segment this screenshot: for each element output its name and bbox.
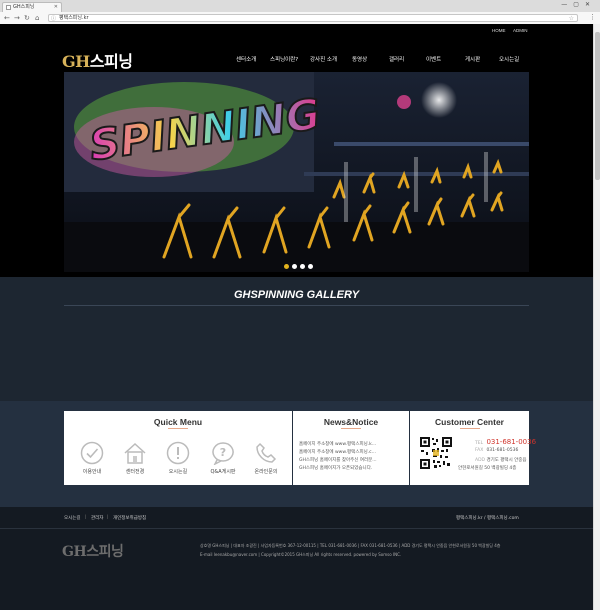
site-logo[interactable]: GH스피닝	[62, 48, 133, 72]
quick-label-qna: Q&A게시판	[210, 469, 236, 475]
url-text: 평택스피닝.kr	[59, 15, 89, 21]
scrollbar-thumb[interactable]	[595, 32, 600, 180]
info-band: Quick Menu 이용안내 센터전경 오시는길 ? Q&A게시판 온라인문의…	[0, 401, 593, 507]
news-underline	[341, 428, 361, 429]
page-icon	[6, 5, 11, 10]
customer-underline	[460, 428, 480, 429]
address-line-1: 경기도 평택시 안중읍	[486, 458, 527, 463]
forward-icon[interactable]: →	[14, 13, 20, 23]
news-title: News&Notice	[323, 417, 379, 427]
footer-logo-gh: GH	[62, 544, 87, 560]
home-icon[interactable]: ⌂	[35, 13, 39, 23]
qr-code-icon	[419, 436, 453, 470]
reload-icon[interactable]: ↻	[24, 13, 30, 23]
footer-logo: GH스피닝	[62, 541, 124, 561]
nav-instructors[interactable]: 강사진 소개	[310, 55, 337, 63]
window-controls[interactable]: —▢✕	[561, 1, 596, 8]
fax-row: FAX 031-681-0536	[475, 448, 518, 453]
customer-center-panel: Customer Center TEL 031-681-0036 FAX 031…	[410, 411, 536, 485]
news-item[interactable]: 홈페이지 주소창에 www.평택스피닝.k...	[299, 441, 376, 447]
browser-chrome: GH스피닝 ✕ —▢✕ ← → ↻ ⌂ ⓘ 평택스피닝.kr ☆ ⋮	[0, 0, 600, 24]
footer-domains: 평택스피닝.kr / 평택스피닝.com	[456, 516, 519, 521]
slider-dot-4[interactable]	[308, 264, 313, 269]
nav-videos[interactable]: 동영상	[352, 55, 367, 63]
fax-number: 031-681-0536	[486, 448, 519, 453]
quick-menu-title: Quick Menu	[153, 417, 203, 427]
slider-dot-1[interactable]	[284, 264, 289, 269]
phone-icon	[256, 442, 277, 463]
slider-dot-3[interactable]	[300, 264, 305, 269]
exclamation-icon	[166, 441, 190, 465]
address-bar[interactable]: ⓘ 평택스피닝.kr ☆	[48, 14, 578, 22]
nav-what-is-spinning[interactable]: 스피닝이란?	[270, 55, 298, 63]
footer-separator: |	[85, 515, 87, 520]
footer-link-admin[interactable]: 관리자	[91, 515, 103, 521]
nav-center-intro[interactable]: 센터소개	[236, 55, 256, 63]
tel-row: TEL 031-681-0036	[475, 438, 536, 446]
close-tab-icon[interactable]: ✕	[54, 3, 58, 12]
bookmark-star-icon[interactable]: ☆	[569, 15, 574, 22]
quick-item-online-inquiry[interactable]: 온라인문의	[246, 441, 286, 475]
gallery-section: GHSPINNING GALLERY	[0, 277, 593, 401]
address-line-2: 안현로서원길 50 백광빌딩 4층	[458, 466, 517, 471]
footer-links-bar: 오시는길 | 관리자 | 개인정보취급방침 평택스피닝.kr / 평택스피닝.c…	[0, 507, 593, 529]
news-item[interactable]: GH스피닝 홈페이지를 찾아주신 여러분...	[299, 457, 377, 463]
nav-events[interactable]: 이벤트	[426, 55, 441, 63]
home-link[interactable]: HOME	[492, 28, 506, 33]
news-item[interactable]: GH스피닝 홈페이지가 오픈되었습니다.	[299, 465, 372, 471]
hero-image: SPINNING	[64, 72, 529, 272]
quick-item-directions[interactable]: 오시는길	[158, 441, 198, 475]
menu-icon[interactable]: ⋮	[589, 13, 596, 21]
page-scrollbar[interactable]	[593, 24, 600, 610]
tab-bar: GH스피닝 ✕ —▢✕	[0, 0, 600, 12]
nav-board[interactable]: 게시판	[465, 55, 480, 63]
slider-dot-2[interactable]	[292, 264, 297, 269]
footer-company-info: 상호명 GH스피닝 | 대표자 조광진 | 사업자등록번호 367-12-001…	[200, 543, 501, 548]
admin-link[interactable]: ADMIN	[513, 28, 528, 33]
footer-link-directions[interactable]: 오시는길	[64, 515, 81, 521]
news-item[interactable]: 홈페이지 주소창에 www.평택스피닝.c...	[299, 449, 376, 455]
fax-label: FAX	[475, 448, 484, 453]
footer: GH스피닝 상호명 GH스피닝 | 대표자 조광진 | 사업자등록번호 367-…	[0, 529, 593, 610]
gallery-title: GHSPINNING GALLERY	[233, 289, 360, 301]
footer-copyright: E-mail leenakbu@naver.com | Copyright©20…	[200, 552, 402, 557]
question-bubble-icon: ?	[212, 442, 234, 465]
tel-label: TEL	[475, 441, 484, 446]
address-row: ADD 경기도 평택시 안중읍	[475, 457, 527, 463]
tel-number[interactable]: 031-681-0036	[486, 438, 536, 446]
svg-text:?: ?	[220, 446, 226, 459]
address-label: ADD	[475, 458, 486, 463]
house-icon	[124, 442, 146, 464]
hero-slider[interactable]: SPINNING	[64, 72, 529, 272]
news-panel: News&Notice 홈페이지 주소창에 www.평택스피닝.k... 홈페이…	[293, 411, 409, 485]
logo-gh: GH	[62, 52, 90, 71]
info-icon[interactable]: ⓘ	[51, 16, 56, 23]
checkmark-icon	[80, 441, 104, 465]
footer-separator: |	[107, 515, 109, 520]
page: HOME ADMIN GH스피닝 센터소개 스피닝이란? 강사진 소개 동영상 …	[0, 24, 593, 610]
nav-gallery[interactable]: 갤러리	[389, 55, 404, 63]
address-row-2: 안현로서원길 50 백광빌딩 4층	[458, 465, 516, 471]
browser-toolbar: ← → ↻ ⌂ ⓘ 평택스피닝.kr ☆ ⋮	[0, 12, 600, 24]
quick-item-center-view[interactable]: 센터전경	[115, 441, 155, 475]
gallery-divider	[64, 305, 529, 306]
quick-label-directions: 오시는길	[168, 469, 188, 475]
quick-item-usage-guide[interactable]: 이용안내	[72, 441, 112, 475]
quick-label-usage-guide: 이용안내	[82, 469, 102, 475]
footer-logo-text: 스피닝	[86, 544, 124, 560]
quick-menu-underline	[168, 428, 188, 429]
quick-menu-panel: Quick Menu 이용안내 센터전경 오시는길 ? Q&A게시판 온라인문의	[64, 411, 292, 485]
back-icon[interactable]: ←	[4, 13, 10, 23]
logo-text: 스피닝	[89, 52, 133, 71]
quick-label-online-inquiry: 온라인문의	[254, 469, 278, 475]
quick-item-qna[interactable]: ? Q&A게시판	[203, 441, 243, 475]
nav-directions[interactable]: 오시는길	[499, 55, 519, 63]
customer-center-title: Customer Center	[435, 417, 504, 427]
quick-label-center-view: 센터전경	[125, 469, 145, 475]
tab-title: GH스피닝	[13, 4, 35, 10]
browser-tab[interactable]: GH스피닝 ✕	[2, 2, 62, 12]
footer-link-privacy[interactable]: 개인정보취급방침	[113, 515, 146, 521]
